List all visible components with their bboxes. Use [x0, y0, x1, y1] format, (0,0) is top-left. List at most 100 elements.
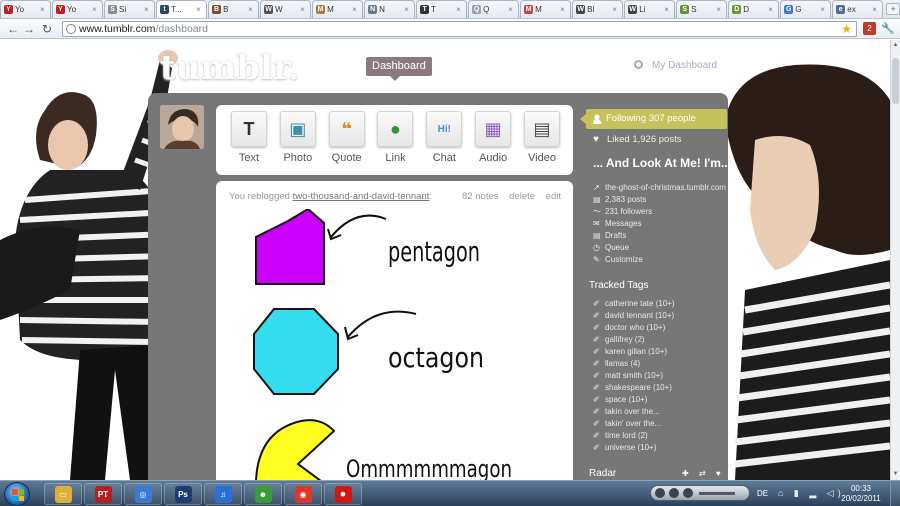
bookmark-star-icon[interactable]: ★	[841, 22, 852, 36]
tab-close-icon[interactable]: ×	[92, 5, 100, 14]
next-track-icon[interactable]	[683, 488, 693, 498]
browser-tab[interactable]: M M ×	[312, 0, 364, 18]
taskbar-app-pt[interactable]: PT	[84, 483, 122, 505]
show-desktop-button[interactable]	[890, 481, 900, 506]
taskbar-app-chrome[interactable]: ◉	[284, 483, 322, 505]
blog-link[interactable]: ▤ 2,383 posts	[593, 194, 727, 206]
post-type-video[interactable]: ▤ Video	[519, 111, 565, 175]
blog-name[interactable]: ... And Look At Me! I'm...	[593, 156, 727, 170]
tracked-tag[interactable]: ✐ catherine tate (10+)	[593, 298, 675, 310]
browser-tab[interactable]: t T... ×	[156, 0, 208, 18]
tracked-tag[interactable]: ✐ time lord (2)	[593, 430, 675, 442]
browser-tab[interactable]: D D ×	[728, 0, 780, 18]
post-type-text[interactable]: T Text	[226, 111, 272, 175]
volume-slider[interactable]	[699, 492, 735, 495]
blog-link[interactable]: ▤ Drafts	[593, 230, 727, 242]
blog-link[interactable]: ✎ Customize	[593, 254, 727, 266]
taskbar-app-msn[interactable]: ☻	[244, 483, 282, 505]
tracked-tag[interactable]: ✐ gallifrey (2)	[593, 334, 675, 346]
search-box[interactable]: My Dashboard	[634, 59, 724, 73]
scrollbar-thumb[interactable]	[892, 58, 899, 104]
media-controls[interactable]	[650, 485, 750, 501]
new-tab-button[interactable]: +	[886, 3, 900, 15]
tracked-tag[interactable]: ✐ karen gillan (10+)	[593, 346, 675, 358]
tracked-tag[interactable]: ✐ space (10+)	[593, 394, 675, 406]
tab-close-icon[interactable]: ×	[352, 5, 360, 14]
tab-close-icon[interactable]: ×	[40, 5, 48, 14]
tracked-tag[interactable]: ✐ takin over the...	[593, 406, 675, 418]
blog-link[interactable]: ◷ Queue	[593, 242, 727, 254]
tracked-tag[interactable]: ✐ shakespeare (10+)	[593, 382, 675, 394]
edit-link[interactable]: edit	[546, 191, 561, 202]
browser-tab[interactable]: T T ×	[416, 0, 468, 18]
language-indicator[interactable]: DE	[757, 489, 768, 498]
tab-close-icon[interactable]: ×	[404, 5, 412, 14]
browser-tab[interactable]: B B ×	[208, 0, 260, 18]
tab-close-icon[interactable]: ×	[300, 5, 308, 14]
tab-close-icon[interactable]: ×	[196, 5, 204, 14]
taskbar-app-photoshop[interactable]: Ps	[164, 483, 202, 505]
browser-tab[interactable]: Y Yo ×	[52, 0, 104, 18]
tracked-tag[interactable]: ✐ david tennant (10+)	[593, 310, 675, 322]
radar-action-icons[interactable]: ✚ ⇄ ♥	[682, 469, 725, 478]
tab-close-icon[interactable]: ×	[820, 5, 828, 14]
scroll-down-icon[interactable]: ▼	[892, 471, 899, 478]
tab-close-icon[interactable]: ×	[768, 5, 776, 14]
prev-track-icon[interactable]	[655, 488, 665, 498]
avatar[interactable]	[160, 105, 204, 149]
vertical-scrollbar[interactable]: ▲ ▼	[890, 40, 900, 480]
browser-tab[interactable]: Q Q ×	[468, 0, 520, 18]
tracked-tag[interactable]: ✐ doctor who (10+)	[593, 322, 675, 334]
blog-link[interactable]: 〜 231 followers	[593, 206, 727, 218]
delete-link[interactable]: delete	[509, 191, 535, 202]
post-type-chat[interactable]: Hi! Chat	[421, 111, 467, 175]
browser-tab[interactable]: W W ×	[260, 0, 312, 18]
tracked-tag[interactable]: ✐ llamas (4)	[593, 358, 675, 370]
blog-link[interactable]: ✉ Messages	[593, 218, 727, 230]
liked-posts-link[interactable]: ♥ Liked 1,926 posts	[593, 134, 681, 145]
tracked-tag[interactable]: ✐ matt smith (10+)	[593, 370, 675, 382]
back-icon[interactable]: ←	[6, 22, 20, 36]
start-button[interactable]	[4, 482, 30, 506]
taskbar-app-explorer[interactable]: ▭	[44, 483, 82, 505]
forward-icon[interactable]: →	[22, 22, 36, 36]
tab-close-icon[interactable]: ×	[456, 5, 464, 14]
tab-close-icon[interactable]: ×	[144, 5, 152, 14]
tracked-tag[interactable]: ✐ takin' over the...	[593, 418, 675, 430]
post-type-photo[interactable]: ▣ Photo	[275, 111, 321, 175]
browser-tab[interactable]: Y Yo ×	[0, 0, 52, 18]
tab-close-icon[interactable]: ×	[508, 5, 516, 14]
tab-close-icon[interactable]: ×	[664, 5, 672, 14]
post-type-quote[interactable]: ❝ Quote	[324, 111, 370, 175]
browser-tab[interactable]: N N ×	[364, 0, 416, 18]
tab-close-icon[interactable]: ×	[872, 5, 880, 14]
tab-close-icon[interactable]: ×	[612, 5, 620, 14]
blog-link[interactable]: ↗ the-ghost-of-christmas.tumblr.com	[593, 182, 727, 194]
dashboard-tab[interactable]: Dashboard	[366, 57, 432, 81]
post-type-link[interactable]: ● Link	[372, 111, 418, 175]
following-tab[interactable]: Following 307 people	[580, 109, 727, 129]
post-type-audio[interactable]: ▦ Audio	[470, 111, 516, 175]
browser-tab[interactable]: S S ×	[676, 0, 728, 18]
address-bar[interactable]: www.tumblr.com/dashboard ★	[62, 21, 857, 37]
tab-close-icon[interactable]: ×	[248, 5, 256, 14]
tracked-tag[interactable]: ✐ universe (10+)	[593, 442, 675, 454]
tab-close-icon[interactable]: ×	[560, 5, 568, 14]
reload-icon[interactable]: ↻	[40, 22, 54, 36]
tab-close-icon[interactable]: ×	[716, 5, 724, 14]
scroll-up-icon[interactable]: ▲	[892, 42, 899, 49]
taskbar-app-browser-a[interactable]: ◎	[124, 483, 162, 505]
browser-tab[interactable]: e ex ×	[832, 0, 884, 18]
notes-link[interactable]: 82 notes	[462, 191, 498, 202]
browser-tab[interactable]: M M ×	[520, 0, 572, 18]
browser-tab[interactable]: W Bl ×	[572, 0, 624, 18]
tumblr-logo[interactable]: tumblr.	[160, 48, 300, 88]
browser-tab[interactable]: W Li ×	[624, 0, 676, 18]
wrench-icon[interactable]: 🔧	[881, 22, 895, 35]
taskbar-clock[interactable]: 00:33 20/02/2011	[835, 484, 887, 504]
taskbar-app-splat[interactable]: ✸	[324, 483, 362, 505]
play-icon[interactable]	[669, 488, 679, 498]
browser-tab[interactable]: S Si ×	[104, 0, 156, 18]
taskbar-app-itunes[interactable]: ♫	[204, 483, 242, 505]
reblog-source-link[interactable]: two-thousand-and-david-tennant	[293, 191, 430, 202]
